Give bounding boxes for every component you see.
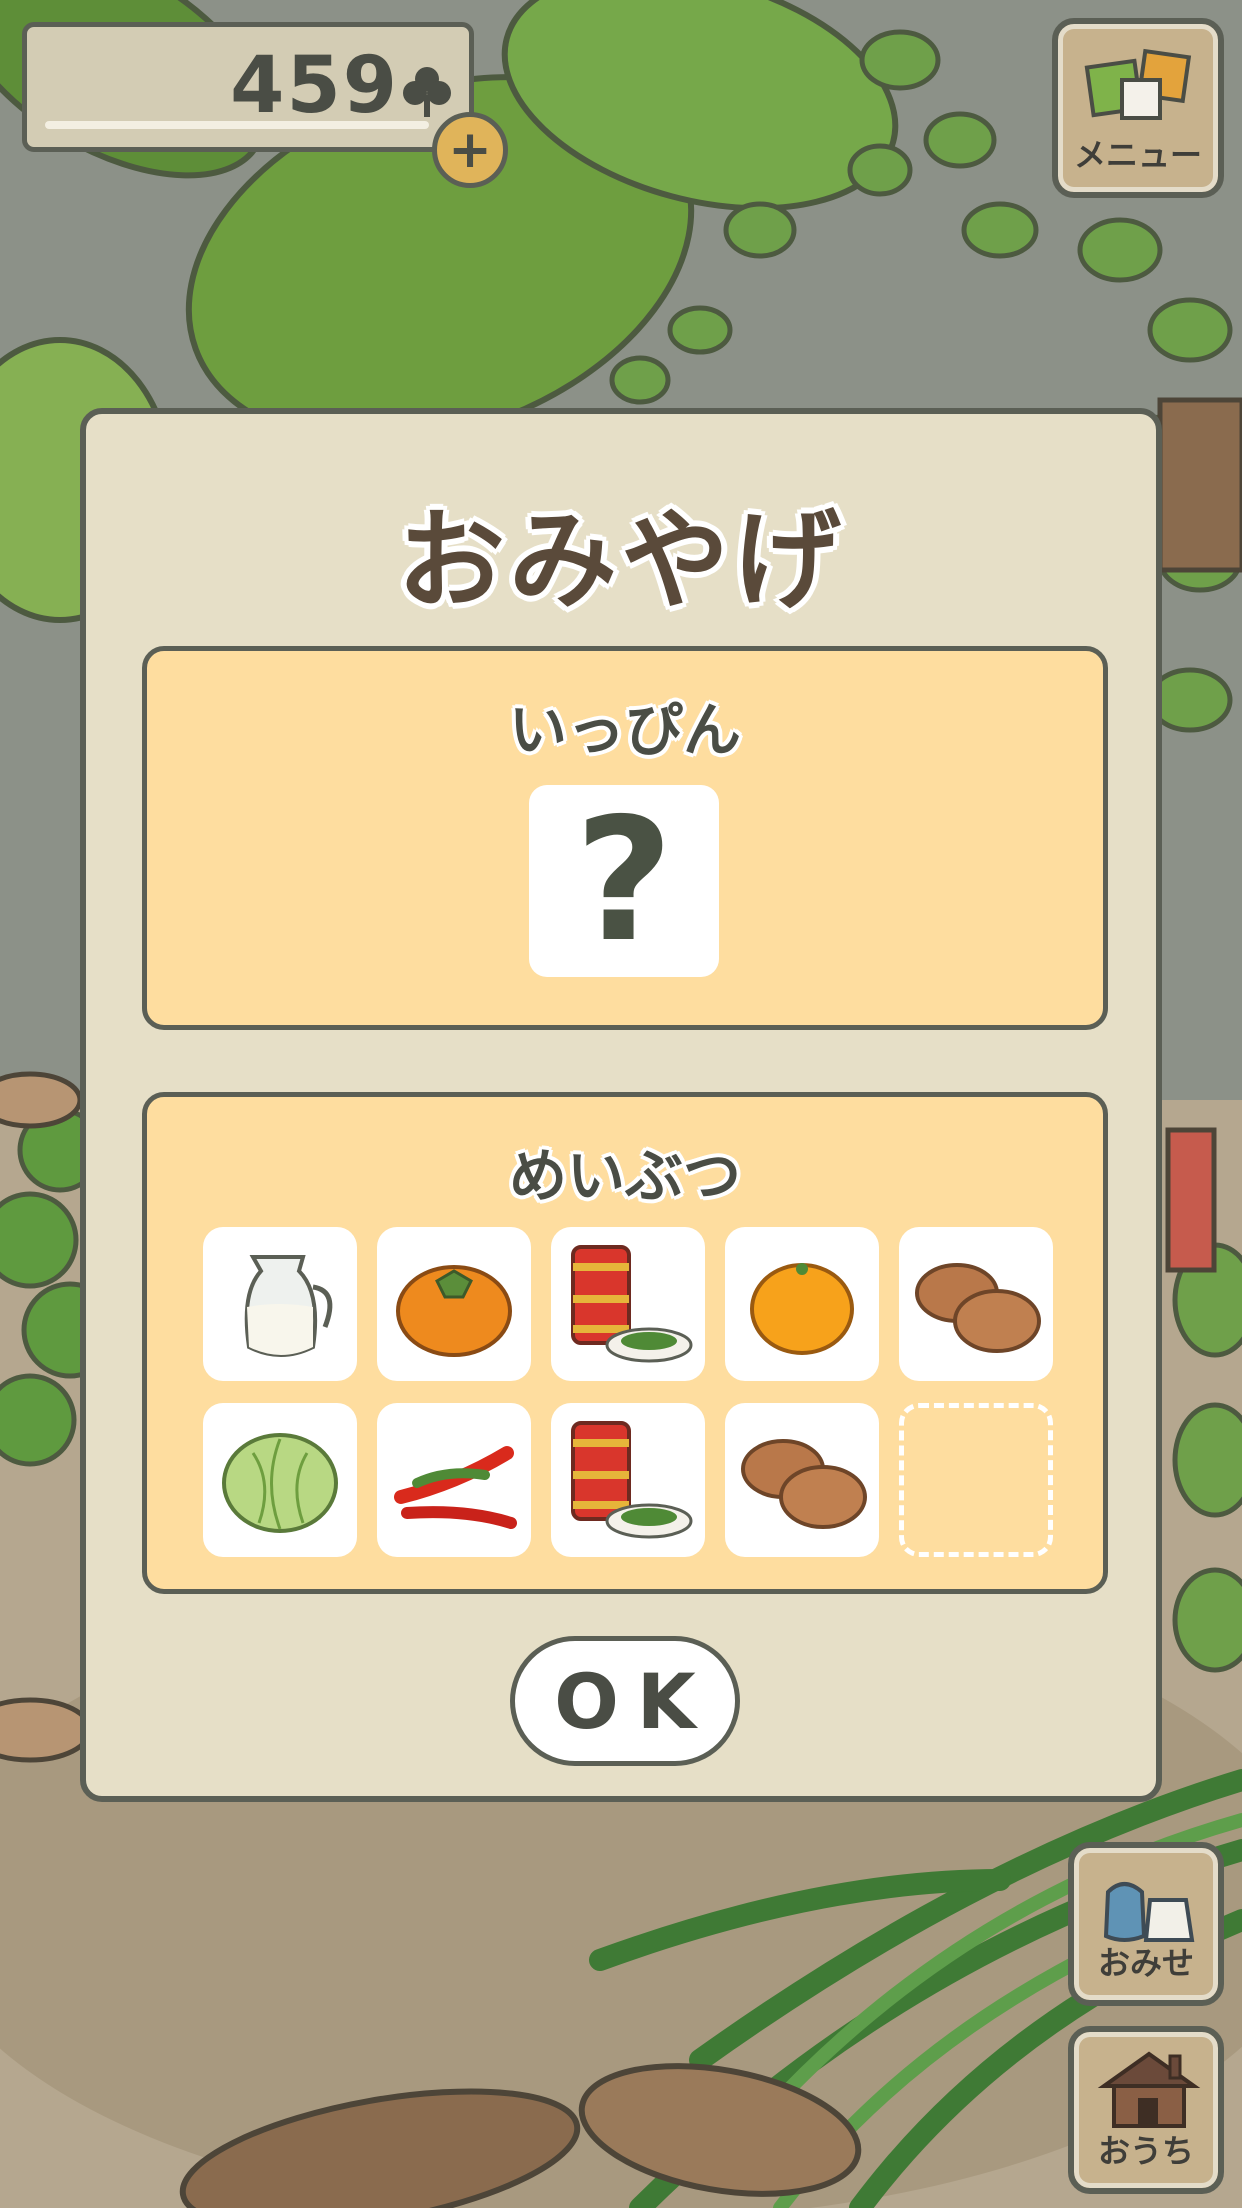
clover-icon [403,67,451,117]
dialog-title: おみやげ [396,499,845,624]
chili-peppers-icon [394,1446,517,1529]
local-specialty-panel: めいぶつ [142,1092,1108,1594]
item-slot-2[interactable] [377,1227,531,1381]
item-slot-6[interactable] [203,1403,357,1557]
tea-canister-icon [571,1421,693,1539]
special-panel-title: いっぴん [508,696,741,764]
clover-amount: 459 [230,41,399,131]
item-slot-3[interactable] [551,1227,705,1381]
mystery-item-slot[interactable]: ? [529,785,719,977]
counter-underline [45,121,429,129]
item-slot-4[interactable] [725,1227,879,1381]
home-label: おうち [1097,2132,1194,2170]
shop-label: おみせ [1097,1944,1194,1982]
item-slot-9[interactable] [725,1403,879,1557]
house-icon [1097,2051,1201,2128]
home-button[interactable]: おうち [1068,2026,1224,2194]
item-slot-5[interactable] [899,1227,1053,1381]
souvenir-dialog: おみやげ いっぴん ? めいぶつ OK [80,408,1162,1802]
persimmon-icon [396,1265,512,1357]
tea-canister-icon [571,1245,693,1363]
menu-button[interactable]: メニュー [1052,18,1224,198]
add-clover-button[interactable]: + [432,112,508,188]
local-panel-title: めいぶつ [508,1142,741,1210]
plus-icon: + [448,120,492,180]
clover-counter: 459 [22,22,474,152]
item-slot-7[interactable] [377,1403,531,1557]
steamed-buns-icon [741,1439,867,1529]
question-mark-icon: ? [574,782,674,980]
item-slot-1[interactable] [203,1227,357,1381]
milk-jug-icon [244,1255,333,1357]
mandarin-orange-icon [750,1263,854,1355]
item-slot-8[interactable] [551,1403,705,1557]
shop-bags-icon [1103,1882,1195,1942]
menu-label: メニュー [1073,136,1202,174]
cabbage-icon [222,1433,338,1533]
item-slot-10-empty[interactable] [899,1403,1053,1557]
menu-cards-icon [1084,48,1192,120]
special-item-panel: いっぴん ? [142,646,1108,1030]
ok-button[interactable]: OK [510,1636,740,1766]
steamed-buns-icon [915,1263,1041,1353]
shop-button[interactable]: おみせ [1068,1842,1224,2006]
